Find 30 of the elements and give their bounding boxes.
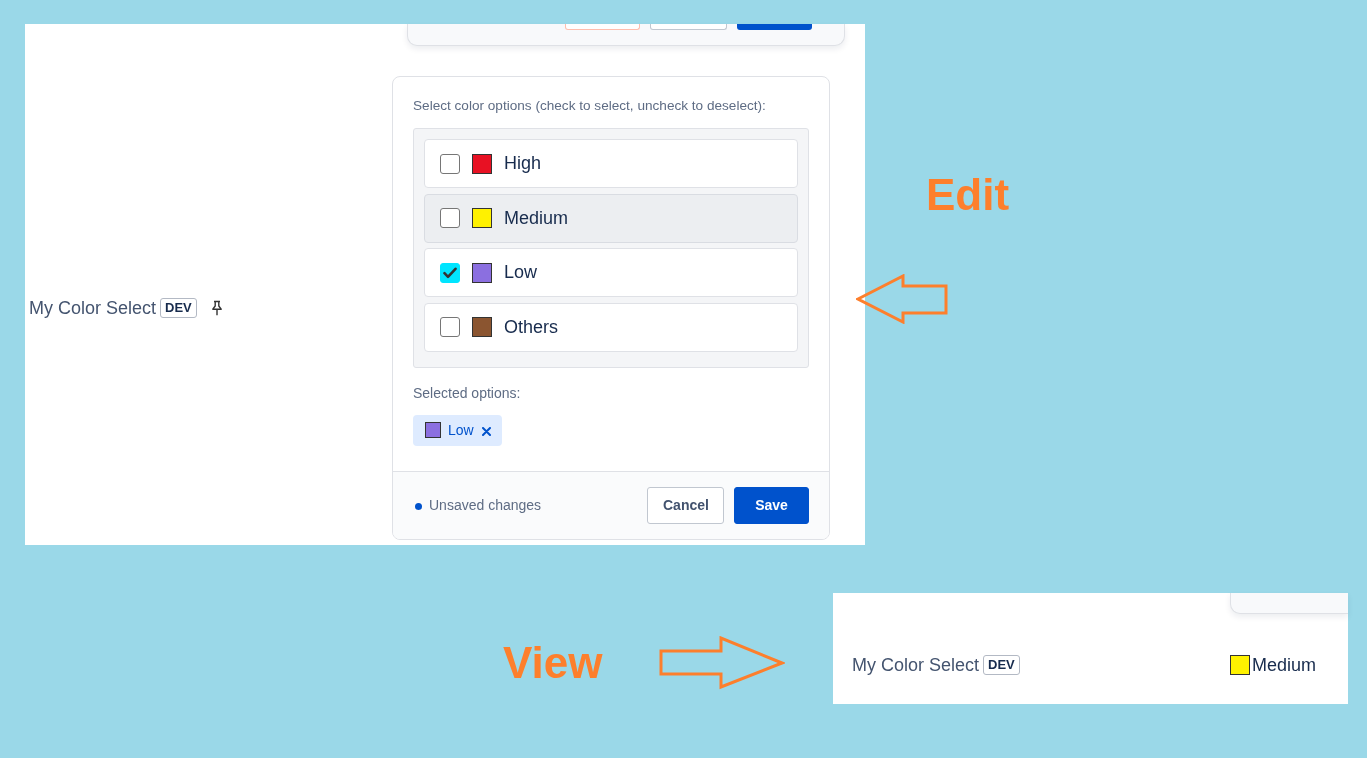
checkbox[interactable] (440, 317, 460, 337)
pin-icon[interactable] (210, 300, 223, 316)
check-icon (443, 266, 457, 279)
environment-badge: DEV (160, 298, 197, 318)
status-dot-icon (415, 502, 422, 510)
selected-heading: Selected options: (413, 383, 522, 402)
value-label: Medium (1251, 654, 1316, 676)
option-label: Medium (504, 207, 569, 229)
instruction-text: Select color options (check to select, uncheck to deselect): (413, 97, 767, 115)
option-row[interactable]: Low (424, 248, 798, 297)
option-label: High (504, 153, 542, 174)
option-label: Others (504, 316, 559, 338)
option-label: Low (504, 262, 538, 283)
environment-badge: DEV (983, 655, 1020, 675)
field-label: My Color Select (852, 654, 980, 676)
field-label: My Color Select (29, 297, 157, 319)
left-arrow-icon (856, 274, 948, 324)
save-button[interactable]: Save (734, 486, 809, 524)
edit-caption: Edit (926, 171, 1010, 219)
view-caption: View (503, 639, 603, 687)
option-row[interactable]: Others (424, 302, 798, 352)
checkbox[interactable] (440, 153, 460, 174)
tag-label: Low (448, 422, 474, 438)
cancel-button[interactable]: Cancel (647, 486, 724, 524)
option-row[interactable]: Medium (424, 193, 798, 243)
option-row[interactable]: High (424, 139, 798, 188)
close-icon[interactable] (481, 427, 491, 436)
status-text: Unsaved changes (429, 497, 542, 514)
checkbox[interactable] (440, 208, 460, 228)
right-arrow-icon (659, 636, 785, 690)
